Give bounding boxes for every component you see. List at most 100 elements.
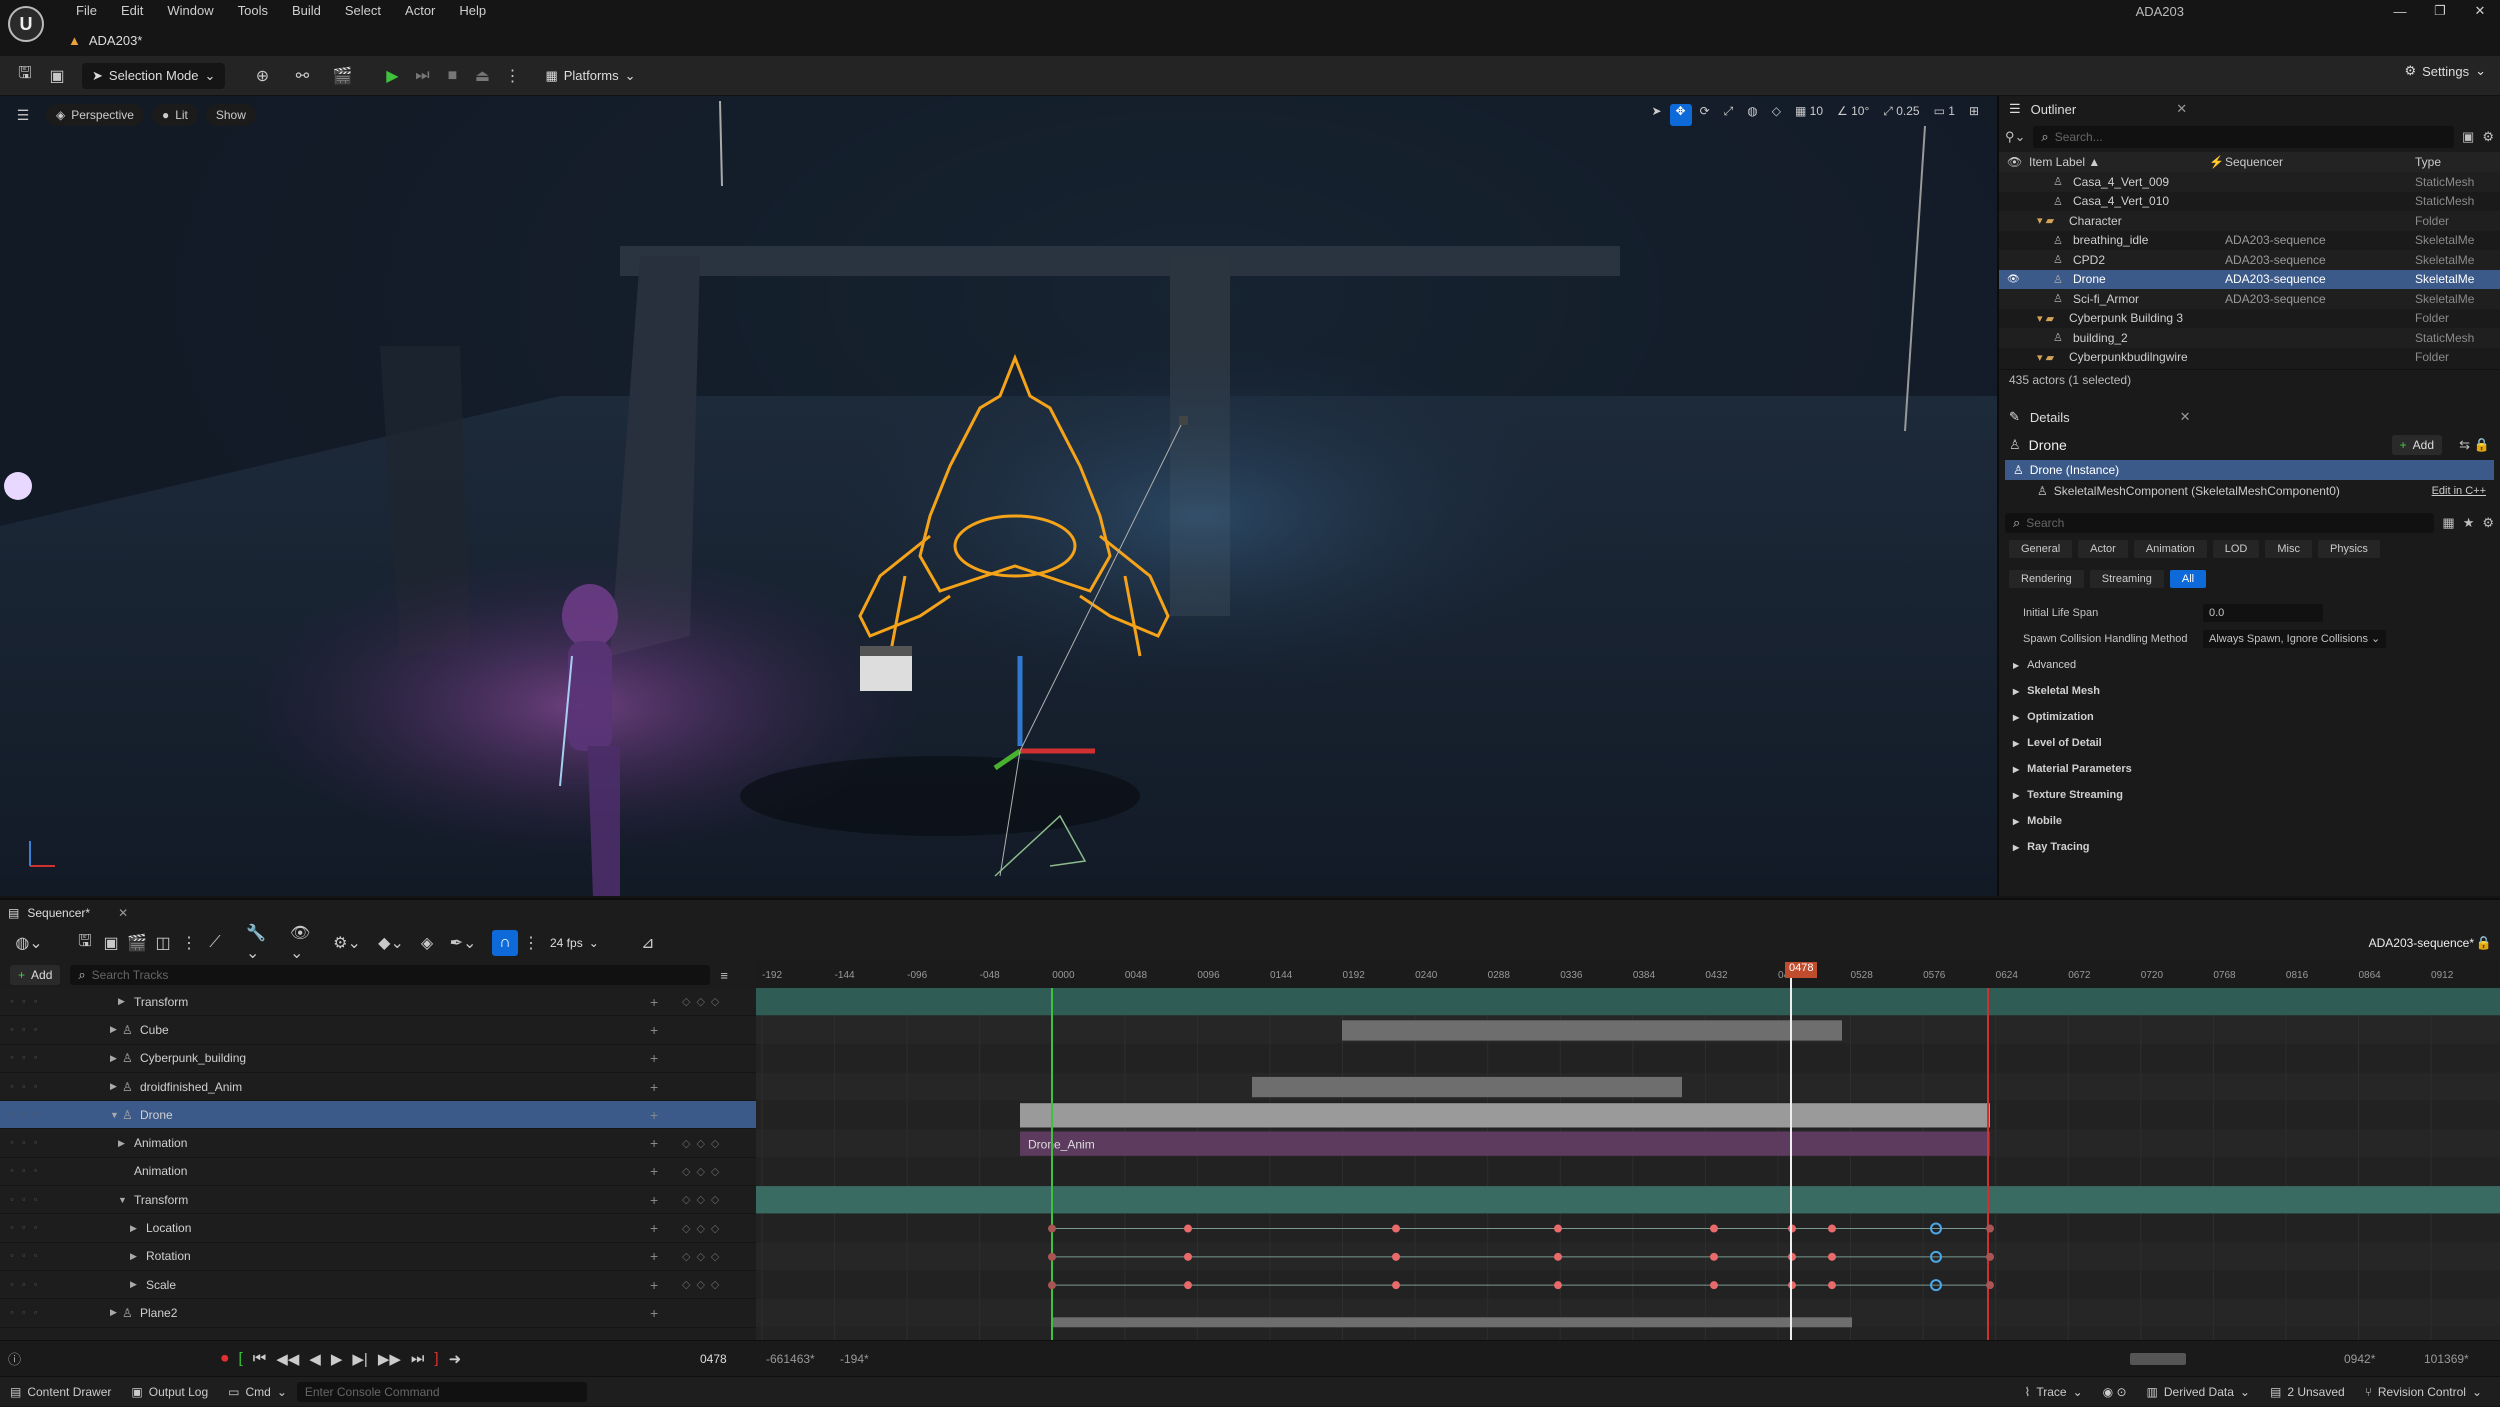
transform-section[interactable] xyxy=(756,988,2500,1016)
chevron-down-icon[interactable]: ▼ xyxy=(118,1195,127,1205)
world-icon[interactable]: ◍ xyxy=(1741,104,1763,126)
keyframe[interactable] xyxy=(1710,1224,1718,1233)
record-status-icon[interactable]: ◉ ⊙ xyxy=(2093,1377,2137,1407)
chevron-right-icon[interactable]: ▶ xyxy=(110,1053,117,1064)
track-toggle-icons[interactable]: ◦◦◦ xyxy=(10,1024,46,1036)
sequencer-track[interactable]: ◦◦◦ ▶ Transform + ◇◇◇ xyxy=(0,988,756,1017)
surface-snap-icon[interactable]: ◇ xyxy=(1766,104,1787,126)
component-row[interactable]: ♙ SkeletalMeshComponent (SkeletalMeshComp… xyxy=(1999,480,2500,502)
prev-key-icon[interactable]: ◀◀ xyxy=(276,1350,299,1368)
key-nav-icons[interactable]: ◇◇◇ xyxy=(682,1250,725,1263)
restore-icon[interactable]: ❐ xyxy=(2420,3,2460,19)
add-key-icon[interactable]: + xyxy=(650,1248,658,1264)
outliner-row[interactable]: ♙ Casa_4_Vert_010 StaticMesh xyxy=(1999,192,2500,212)
gear-icon[interactable]: ⚙ xyxy=(2482,515,2494,531)
actor-name[interactable]: Drone xyxy=(2029,437,2067,453)
step-back-icon[interactable]: ◀ xyxy=(309,1350,321,1368)
cmd-button[interactable]: ▭ Cmd ⌄ xyxy=(218,1377,297,1407)
chevron-right-icon[interactable]: ▶ xyxy=(118,1138,125,1149)
details-tab[interactable]: ✎ Details ✕ xyxy=(1999,404,2500,430)
add-key-icon[interactable]: + xyxy=(650,1135,658,1151)
blueprint-icon[interactable]: ⇆ xyxy=(2459,437,2470,453)
step-icon[interactable]: ⏭ xyxy=(409,63,435,89)
track-toggle-icons[interactable]: ◦◦◦ xyxy=(10,1194,46,1206)
menu-build[interactable]: Build xyxy=(280,0,333,22)
drone-anim-section[interactable] xyxy=(1020,1131,1990,1156)
playhead-marker[interactable]: 0478 xyxy=(1785,962,1818,978)
outliner-row[interactable]: ♙ Casa_4_Vert_009 StaticMesh xyxy=(1999,172,2500,192)
show-button[interactable]: Show xyxy=(205,104,256,126)
step-forward-icon[interactable]: ▶| xyxy=(352,1350,367,1368)
star-icon[interactable]: ★ xyxy=(2463,515,2475,531)
sequencer-track[interactable]: ◦◦◦ Animation + ◇◇◇ xyxy=(0,1158,756,1187)
category-streaming[interactable]: Streaming xyxy=(2089,570,2164,588)
sequence-name[interactable]: ADA203-sequence* xyxy=(2369,936,2474,950)
category-rendering[interactable]: Rendering xyxy=(2009,570,2084,588)
menu-edit[interactable]: Edit xyxy=(109,0,155,22)
key-nav-icons[interactable]: ◇◇◇ xyxy=(682,1165,725,1178)
chevron-right-icon[interactable]: ▶ xyxy=(110,1081,117,1092)
curve-editor-icon[interactable]: ⊿ xyxy=(635,930,661,956)
add-folder-icon[interactable]: ▣ xyxy=(2462,129,2474,145)
outliner-row[interactable]: ♙ building_2 StaticMesh xyxy=(1999,328,2500,348)
spawn-collision-dropdown[interactable]: Always Spawn, Ignore Collisions ⌄ xyxy=(2203,630,2387,648)
table-icon[interactable]: ▦ xyxy=(2442,515,2454,531)
keyframe[interactable] xyxy=(1828,1252,1836,1261)
plane-section[interactable] xyxy=(1052,1317,1852,1328)
rot-snap-button[interactable]: ∠ 10° xyxy=(1831,104,1875,126)
filter-icon[interactable]: ≡ xyxy=(720,968,728,983)
sequencer-track[interactable]: ◦◦◦ ▶ Location + ◇◇◇ xyxy=(0,1214,756,1243)
keyframe[interactable] xyxy=(1986,1281,1994,1290)
outliner-row[interactable]: ▾ ▰ Cyberpunk Building 3 Folder xyxy=(1999,309,2500,329)
add-key-icon[interactable]: + xyxy=(650,1050,658,1066)
save-icon[interactable]: 🖫 xyxy=(72,930,98,956)
derived-data-button[interactable]: ▥ Derived Data ⌄ xyxy=(2137,1377,2260,1407)
key-nav-icons[interactable]: ◇◇◇ xyxy=(682,1137,725,1150)
category-all[interactable]: All xyxy=(2169,570,2207,588)
chevron-right-icon[interactable]: ▶ xyxy=(118,996,125,1007)
keyframe[interactable] xyxy=(1184,1281,1192,1290)
keyframe[interactable] xyxy=(1392,1224,1400,1233)
add-key-icon[interactable]: + xyxy=(650,994,658,1010)
add-actor-icon[interactable]: ⊕ xyxy=(249,63,275,89)
scale-icon[interactable]: ⤢ xyxy=(1718,104,1740,126)
more-icon[interactable]: ⋮ xyxy=(518,930,544,956)
add-key-icon[interactable]: + xyxy=(650,1022,658,1038)
add-component-button[interactable]: + Add xyxy=(2391,435,2442,455)
chevron-right-icon[interactable]: ▶ xyxy=(110,1307,117,1318)
add-key-icon[interactable]: + xyxy=(650,1163,658,1179)
unreal-logo[interactable]: U xyxy=(8,6,44,42)
perspective-button[interactable]: ◈ Perspective xyxy=(46,104,144,126)
playback-icon[interactable]: ⚙⌄ xyxy=(333,930,361,956)
keyframe[interactable] xyxy=(1828,1224,1836,1233)
key-nav-icons[interactable]: ◇◇◇ xyxy=(682,995,725,1008)
add-key-icon[interactable]: + xyxy=(650,1277,658,1293)
sequencer-track[interactable]: ◦◦◦ ▶ Scale + ◇◇◇ xyxy=(0,1271,756,1300)
cinematics-icon[interactable]: 🎬 xyxy=(329,63,355,89)
view-range-start[interactable]: -661463* xyxy=(766,1352,815,1366)
keyframe[interactable] xyxy=(1710,1281,1718,1290)
outliner-row[interactable]: ♙ CPD2 ADA203-sequence SkeletalMe xyxy=(1999,250,2500,270)
outliner-row[interactable]: 👁 ♙ Drone ADA203-sequence SkeletalMe xyxy=(1999,269,2500,289)
camera-speed-button[interactable]: ▭ 1 xyxy=(1928,104,1961,126)
keyframe[interactable] xyxy=(1554,1252,1562,1261)
drone-section[interactable] xyxy=(1020,1103,1990,1128)
keyframe[interactable] xyxy=(1554,1281,1562,1290)
find-icon[interactable]: ▣ xyxy=(98,930,124,956)
category-lod[interactable]: LOD xyxy=(2212,540,2260,558)
sequencer-track[interactable]: ◦◦◦ ▶ ♙ Plane2 + xyxy=(0,1299,756,1328)
outliner-row[interactable]: ▾ ▰ Character Folder xyxy=(1999,211,2500,231)
track-toggle-icons[interactable]: ◦◦◦ xyxy=(10,1137,46,1149)
category-actor[interactable]: Actor xyxy=(2078,540,2128,558)
drone-transform-section[interactable] xyxy=(756,1186,2500,1214)
track-toggle-icons[interactable]: ◦◦◦ xyxy=(10,1307,46,1319)
grid-snap-button[interactable]: ▦ 10 xyxy=(1789,104,1829,126)
menu-window[interactable]: Window xyxy=(155,0,225,22)
instance-row[interactable]: ♙ Drone (Instance) xyxy=(2005,460,2494,480)
add-key-icon[interactable]: + xyxy=(650,1305,658,1321)
wrench-icon[interactable]: 🔧⌄ xyxy=(246,925,272,962)
world-icon[interactable]: ◍⌄ xyxy=(15,930,42,956)
keyframe[interactable] xyxy=(1184,1224,1192,1233)
selection-mode-button[interactable]: ➤ Selection Mode ⌄ xyxy=(82,62,226,89)
sequencer-track[interactable]: ◦◦◦ ▶ ♙ Cyberpunk_building + xyxy=(0,1045,756,1073)
